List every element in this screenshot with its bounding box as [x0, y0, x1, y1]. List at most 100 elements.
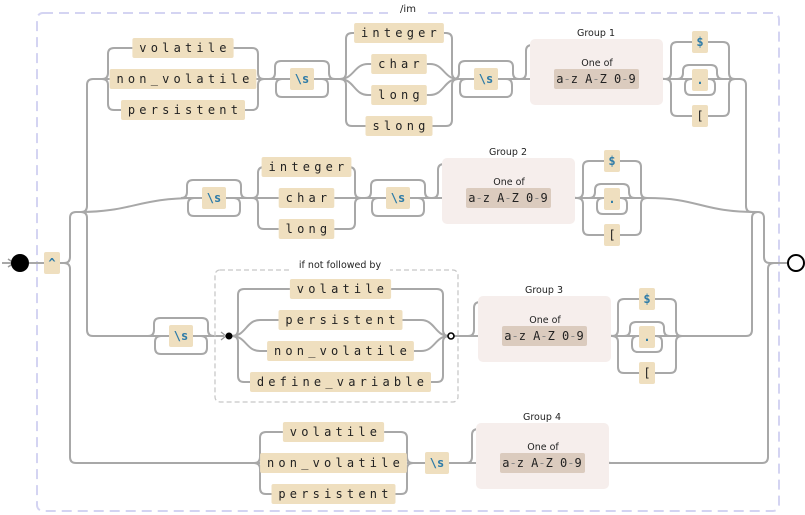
escape-text: $	[696, 35, 703, 49]
range-bound: 9	[575, 456, 582, 470]
terminator-dot: .	[692, 69, 708, 91]
range-bound: Z 0	[512, 191, 534, 205]
rail-path	[443, 32, 459, 80]
terminator-dot: .	[639, 326, 655, 348]
row2-type-char: char	[278, 188, 335, 208]
rail-path	[757, 211, 787, 264]
range-bound: z A	[483, 191, 505, 205]
range-dash: -	[475, 191, 482, 205]
group-1: Group 1One ofa-z A-Z 0-9	[530, 28, 663, 105]
lookahead-label: if not followed by	[299, 260, 382, 271]
range-dash: -	[509, 456, 516, 470]
lookahead-start-icon	[225, 332, 233, 340]
range-dash: -	[592, 72, 599, 86]
range-bound: 9	[577, 329, 584, 343]
lookahead-end-icon	[447, 332, 455, 340]
nodes: ^ volatile non_volatile persistent \s integer…	[11, 23, 805, 504]
literal-text: char	[378, 57, 424, 71]
literal-text: define_variable	[257, 375, 428, 389]
range-bound: z A	[517, 456, 539, 470]
literal-text: long	[286, 222, 332, 236]
literal-text: volatile	[297, 282, 388, 296]
rail-path	[251, 197, 279, 230]
range-bound: Z 0	[546, 456, 568, 470]
char-class-text: a-z A-Z 0-9	[556, 72, 636, 86]
char-class-text: a-z A-Z 0-9	[468, 191, 548, 205]
rail-path	[63, 262, 254, 464]
escape-text: [	[643, 366, 650, 380]
terminator-dollar: $	[604, 150, 620, 172]
range-bound: Z 0	[548, 329, 570, 343]
escape-text: $	[643, 292, 650, 306]
rail-path	[339, 32, 355, 80]
row2-type-long: long	[278, 219, 335, 239]
terminator-bracket: [	[692, 105, 708, 127]
range-dash: -	[504, 191, 511, 205]
range-dash: -	[540, 329, 547, 343]
railroad-diagram: /im ^ volatile non_volatile persistent \s int…	[2, 4, 805, 512]
char-class-text: a-z A-Z 0-9	[502, 456, 582, 470]
row3-lookahead-volatile: volatile	[289, 279, 392, 299]
range-dash: -	[533, 191, 540, 205]
range-bound: a	[502, 456, 509, 470]
row1-type-slong: slong	[365, 116, 433, 136]
range-bound: 9	[541, 191, 548, 205]
range-dash: -	[567, 456, 574, 470]
end-node-icon	[787, 254, 805, 272]
literal-text: volatile	[290, 425, 381, 439]
row1-type-integer: integer	[354, 23, 444, 43]
row3-lookahead-define-variable: define_variable	[250, 372, 431, 392]
range-bound: a	[556, 72, 563, 86]
range-bound: 9	[629, 72, 636, 86]
escape-text: \s	[430, 456, 444, 470]
range-dash: -	[538, 456, 545, 470]
escape-text: [	[608, 228, 615, 242]
start-node-icon	[11, 254, 29, 272]
row2-ws-1: \s	[202, 187, 226, 209]
escape-text: .	[643, 330, 650, 344]
rail-path	[682, 211, 759, 337]
rail-path	[76, 211, 158, 337]
regex-flags-label: /im	[400, 4, 416, 15]
escape-text: \s	[479, 72, 493, 86]
one-of-label: One of	[581, 58, 613, 69]
range-bound: a	[468, 191, 475, 205]
escape-text: .	[608, 192, 615, 206]
escape-text: \s	[207, 191, 221, 205]
row4-ws: \s	[425, 452, 449, 474]
terminator-dollar: $	[639, 288, 655, 310]
literal-text: non_volatile	[116, 72, 253, 86]
literal-text: volatile	[139, 41, 230, 55]
one-of-label: One of	[527, 442, 559, 453]
row1-ws-2: \s	[474, 68, 498, 90]
rail-path	[431, 335, 450, 383]
row3-lookahead-persistent: persistent	[278, 310, 403, 330]
range-dash: -	[569, 329, 576, 343]
range-dash: -	[621, 72, 628, 86]
row4-modifier-non-volatile: non_volatile	[260, 453, 407, 473]
terminator-dollar: $	[692, 31, 708, 53]
group-label: Group 2	[489, 147, 527, 158]
literal-text: persistent	[278, 487, 392, 501]
escape-text: \s	[391, 191, 405, 205]
group-3: Group 3One ofa-z A-Z 0-9	[478, 285, 611, 362]
terminator-dot: .	[604, 188, 620, 210]
range-bound: Z 0	[600, 72, 622, 86]
one-of-label: One of	[529, 315, 561, 326]
range-bound: z A	[571, 72, 593, 86]
rail-path	[80, 197, 196, 213]
range-dash: -	[563, 72, 570, 86]
literal-text: long	[378, 88, 424, 102]
escape-text: ^	[48, 256, 55, 270]
rail-path	[60, 211, 77, 264]
range-bound: z A	[519, 329, 541, 343]
literal-text: slong	[372, 119, 429, 133]
row1-modifier-volatile: volatile	[132, 38, 234, 58]
escape-text: .	[696, 73, 703, 87]
rail-path	[231, 335, 250, 383]
escape-text: \s	[174, 329, 188, 343]
row3-lookahead-non-volatile: non_volatile	[267, 341, 414, 361]
literal-text: non_volatile	[267, 456, 404, 470]
row4-modifier-persistent: persistent	[271, 484, 396, 504]
row3-ws: \s	[169, 325, 193, 347]
